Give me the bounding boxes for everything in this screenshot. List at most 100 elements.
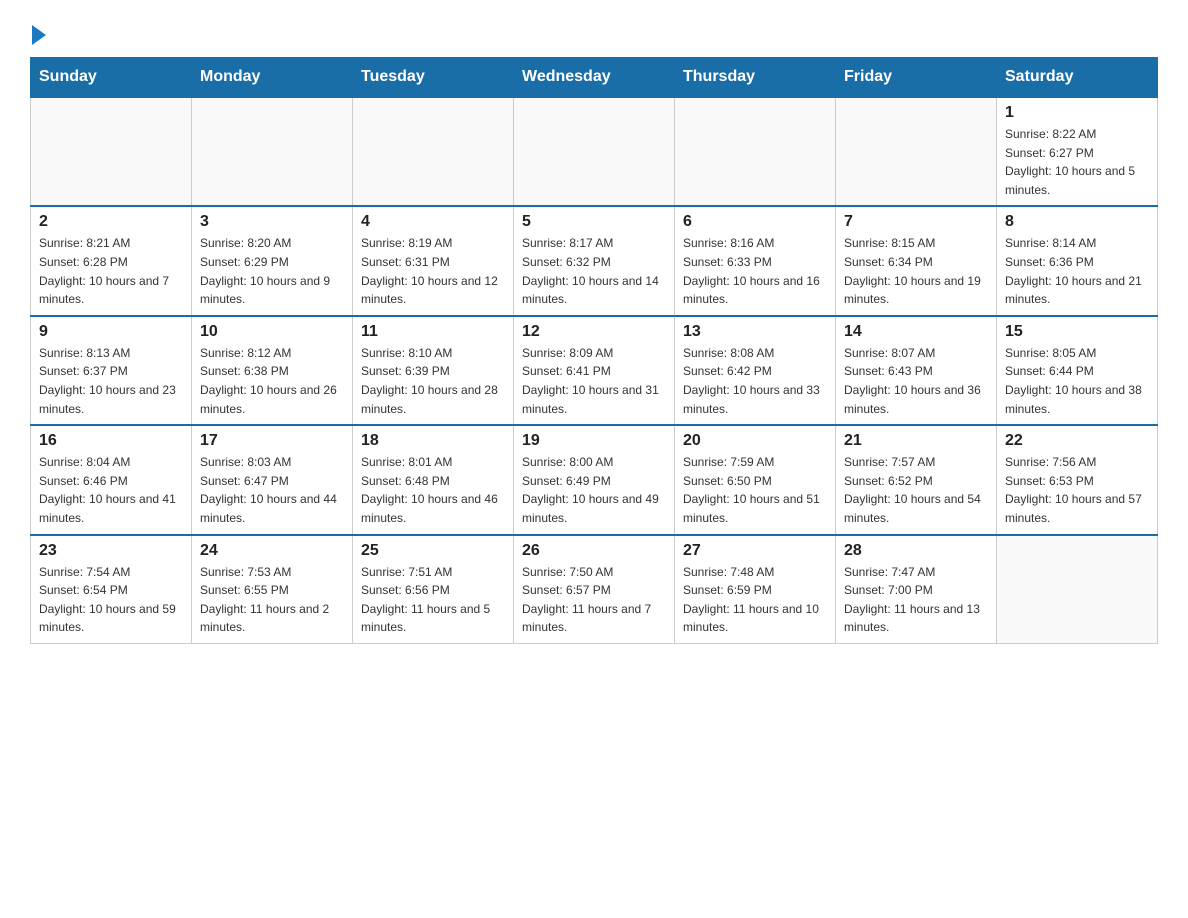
day-number: 16 xyxy=(39,432,183,450)
day-info: Sunrise: 8:21 AM Sunset: 6:28 PM Dayligh… xyxy=(39,234,183,308)
header xyxy=(30,20,1158,47)
day-number: 4 xyxy=(361,213,505,231)
day-number: 6 xyxy=(683,213,827,231)
day-cell: 9 Sunrise: 8:13 AM Sunset: 6:37 PM Daylig… xyxy=(31,316,192,425)
day-number: 11 xyxy=(361,323,505,341)
day-cell: 21 Sunrise: 7:57 AM Sunset: 6:52 PM Dayli… xyxy=(836,425,997,534)
cell-content: 27Sunrise: 7:48 AM Sunset: 6:59 PM Dayli… xyxy=(683,542,827,637)
day-number: 21 xyxy=(844,432,988,450)
day-cell: 16 Sunrise: 8:04 AM Sunset: 6:46 PM Dayli… xyxy=(31,425,192,534)
day-cell: 19 Sunrise: 8:00 AM Sunset: 6:49 PM Dayli… xyxy=(514,425,675,534)
day-info: Sunrise: 8:12 AM Sunset: 6:38 PM Dayligh… xyxy=(200,344,344,418)
day-cell: 14 Sunrise: 8:07 AM Sunset: 6:43 PM Dayli… xyxy=(836,316,997,425)
day-number: 26 xyxy=(522,542,666,560)
cell-content: 10Sunrise: 8:12 AM Sunset: 6:38 PM Dayli… xyxy=(200,323,344,418)
day-number: 9 xyxy=(39,323,183,341)
cell-content: 13 Sunrise: 8:08 AM Sunset: 6:42 PM Dayli… xyxy=(683,323,827,418)
day-cell: 3Sunrise: 8:20 AM Sunset: 6:29 PM Daylig… xyxy=(192,206,353,315)
weekday-header-wednesday: Wednesday xyxy=(514,58,675,98)
day-info: Sunrise: 8:13 AM Sunset: 6:37 PM Dayligh… xyxy=(39,344,183,418)
weekday-header-saturday: Saturday xyxy=(997,58,1158,98)
week-row-1: 2 Sunrise: 8:21 AM Sunset: 6:28 PM Daylig… xyxy=(31,206,1158,315)
day-number: 13 xyxy=(683,323,827,341)
day-cell: 11 Sunrise: 8:10 AM Sunset: 6:39 PM Dayli… xyxy=(353,316,514,425)
calendar-table: SundayMondayTuesdayWednesdayThursdayFrid… xyxy=(30,57,1158,644)
day-cell: 6Sunrise: 8:16 AM Sunset: 6:33 PM Daylig… xyxy=(675,206,836,315)
cell-content: 25Sunrise: 7:51 AM Sunset: 6:56 PM Dayli… xyxy=(361,542,505,637)
day-cell: 18Sunrise: 8:01 AM Sunset: 6:48 PM Dayli… xyxy=(353,425,514,534)
cell-content: 3Sunrise: 8:20 AM Sunset: 6:29 PM Daylig… xyxy=(200,213,344,308)
logo-general-text xyxy=(30,25,46,47)
day-info: Sunrise: 8:15 AM Sunset: 6:34 PM Dayligh… xyxy=(844,234,988,308)
day-cell: 27Sunrise: 7:48 AM Sunset: 6:59 PM Dayli… xyxy=(675,535,836,644)
day-cell xyxy=(353,97,514,206)
day-cell: 26 Sunrise: 7:50 AM Sunset: 6:57 PM Dayli… xyxy=(514,535,675,644)
day-number: 1 xyxy=(1005,104,1149,122)
cell-content: 20Sunrise: 7:59 AM Sunset: 6:50 PM Dayli… xyxy=(683,432,827,527)
cell-content: 28 Sunrise: 7:47 AM Sunset: 7:00 PM Dayli… xyxy=(844,542,988,637)
week-row-3: 16 Sunrise: 8:04 AM Sunset: 6:46 PM Dayli… xyxy=(31,425,1158,534)
cell-content: 18Sunrise: 8:01 AM Sunset: 6:48 PM Dayli… xyxy=(361,432,505,527)
day-number: 25 xyxy=(361,542,505,560)
day-number: 8 xyxy=(1005,213,1149,231)
day-cell: 15Sunrise: 8:05 AM Sunset: 6:44 PM Dayli… xyxy=(997,316,1158,425)
day-info: Sunrise: 8:20 AM Sunset: 6:29 PM Dayligh… xyxy=(200,234,344,308)
day-number: 18 xyxy=(361,432,505,450)
weekday-header-thursday: Thursday xyxy=(675,58,836,98)
day-info: Sunrise: 8:10 AM Sunset: 6:39 PM Dayligh… xyxy=(361,344,505,418)
day-number: 28 xyxy=(844,542,988,560)
day-cell: 10Sunrise: 8:12 AM Sunset: 6:38 PM Dayli… xyxy=(192,316,353,425)
week-row-4: 23 Sunrise: 7:54 AM Sunset: 6:54 PM Dayli… xyxy=(31,535,1158,644)
day-cell: 23 Sunrise: 7:54 AM Sunset: 6:54 PM Dayli… xyxy=(31,535,192,644)
day-info: Sunrise: 7:48 AM Sunset: 6:59 PM Dayligh… xyxy=(683,563,827,637)
cell-content: 5Sunrise: 8:17 AM Sunset: 6:32 PM Daylig… xyxy=(522,213,666,308)
day-info: Sunrise: 8:22 AM Sunset: 6:27 PM Dayligh… xyxy=(1005,125,1149,199)
cell-content: 24Sunrise: 7:53 AM Sunset: 6:55 PM Dayli… xyxy=(200,542,344,637)
day-info: Sunrise: 7:57 AM Sunset: 6:52 PM Dayligh… xyxy=(844,453,988,527)
day-cell: 24Sunrise: 7:53 AM Sunset: 6:55 PM Dayli… xyxy=(192,535,353,644)
cell-content: 6Sunrise: 8:16 AM Sunset: 6:33 PM Daylig… xyxy=(683,213,827,308)
cell-content: 17Sunrise: 8:03 AM Sunset: 6:47 PM Dayli… xyxy=(200,432,344,527)
day-info: Sunrise: 8:17 AM Sunset: 6:32 PM Dayligh… xyxy=(522,234,666,308)
day-cell: 25Sunrise: 7:51 AM Sunset: 6:56 PM Dayli… xyxy=(353,535,514,644)
cell-content: 7Sunrise: 8:15 AM Sunset: 6:34 PM Daylig… xyxy=(844,213,988,308)
cell-content: 19 Sunrise: 8:00 AM Sunset: 6:49 PM Dayli… xyxy=(522,432,666,527)
day-info: Sunrise: 8:05 AM Sunset: 6:44 PM Dayligh… xyxy=(1005,344,1149,418)
day-cell xyxy=(31,97,192,206)
day-info: Sunrise: 8:04 AM Sunset: 6:46 PM Dayligh… xyxy=(39,453,183,527)
day-cell xyxy=(836,97,997,206)
day-number: 23 xyxy=(39,542,183,560)
day-info: Sunrise: 7:59 AM Sunset: 6:50 PM Dayligh… xyxy=(683,453,827,527)
cell-content: 1 Sunrise: 8:22 AM Sunset: 6:27 PM Daylig… xyxy=(1005,104,1149,199)
day-number: 19 xyxy=(522,432,666,450)
cell-content: 14 Sunrise: 8:07 AM Sunset: 6:43 PM Dayli… xyxy=(844,323,988,418)
cell-content: 12Sunrise: 8:09 AM Sunset: 6:41 PM Dayli… xyxy=(522,323,666,418)
cell-content: 15Sunrise: 8:05 AM Sunset: 6:44 PM Dayli… xyxy=(1005,323,1149,418)
week-row-0: 1 Sunrise: 8:22 AM Sunset: 6:27 PM Daylig… xyxy=(31,97,1158,206)
cell-content: 21 Sunrise: 7:57 AM Sunset: 6:52 PM Dayli… xyxy=(844,432,988,527)
day-number: 2 xyxy=(39,213,183,231)
day-number: 14 xyxy=(844,323,988,341)
weekday-header-row: SundayMondayTuesdayWednesdayThursdayFrid… xyxy=(31,58,1158,98)
day-info: Sunrise: 7:54 AM Sunset: 6:54 PM Dayligh… xyxy=(39,563,183,637)
day-cell: 17Sunrise: 8:03 AM Sunset: 6:47 PM Dayli… xyxy=(192,425,353,534)
cell-content: 26 Sunrise: 7:50 AM Sunset: 6:57 PM Dayli… xyxy=(522,542,666,637)
day-cell xyxy=(675,97,836,206)
day-cell: 28 Sunrise: 7:47 AM Sunset: 7:00 PM Dayli… xyxy=(836,535,997,644)
cell-content: 9 Sunrise: 8:13 AM Sunset: 6:37 PM Daylig… xyxy=(39,323,183,418)
cell-content: 8Sunrise: 8:14 AM Sunset: 6:36 PM Daylig… xyxy=(1005,213,1149,308)
day-cell: 2 Sunrise: 8:21 AM Sunset: 6:28 PM Daylig… xyxy=(31,206,192,315)
day-info: Sunrise: 7:47 AM Sunset: 7:00 PM Dayligh… xyxy=(844,563,988,637)
day-number: 17 xyxy=(200,432,344,450)
cell-content: 2 Sunrise: 8:21 AM Sunset: 6:28 PM Daylig… xyxy=(39,213,183,308)
day-info: Sunrise: 8:00 AM Sunset: 6:49 PM Dayligh… xyxy=(522,453,666,527)
week-row-2: 9 Sunrise: 8:13 AM Sunset: 6:37 PM Daylig… xyxy=(31,316,1158,425)
cell-content: 22Sunrise: 7:56 AM Sunset: 6:53 PM Dayli… xyxy=(1005,432,1149,527)
day-info: Sunrise: 8:08 AM Sunset: 6:42 PM Dayligh… xyxy=(683,344,827,418)
day-info: Sunrise: 8:07 AM Sunset: 6:43 PM Dayligh… xyxy=(844,344,988,418)
weekday-header-monday: Monday xyxy=(192,58,353,98)
day-info: Sunrise: 7:50 AM Sunset: 6:57 PM Dayligh… xyxy=(522,563,666,637)
day-cell: 5Sunrise: 8:17 AM Sunset: 6:32 PM Daylig… xyxy=(514,206,675,315)
weekday-header-tuesday: Tuesday xyxy=(353,58,514,98)
day-cell: 8Sunrise: 8:14 AM Sunset: 6:36 PM Daylig… xyxy=(997,206,1158,315)
